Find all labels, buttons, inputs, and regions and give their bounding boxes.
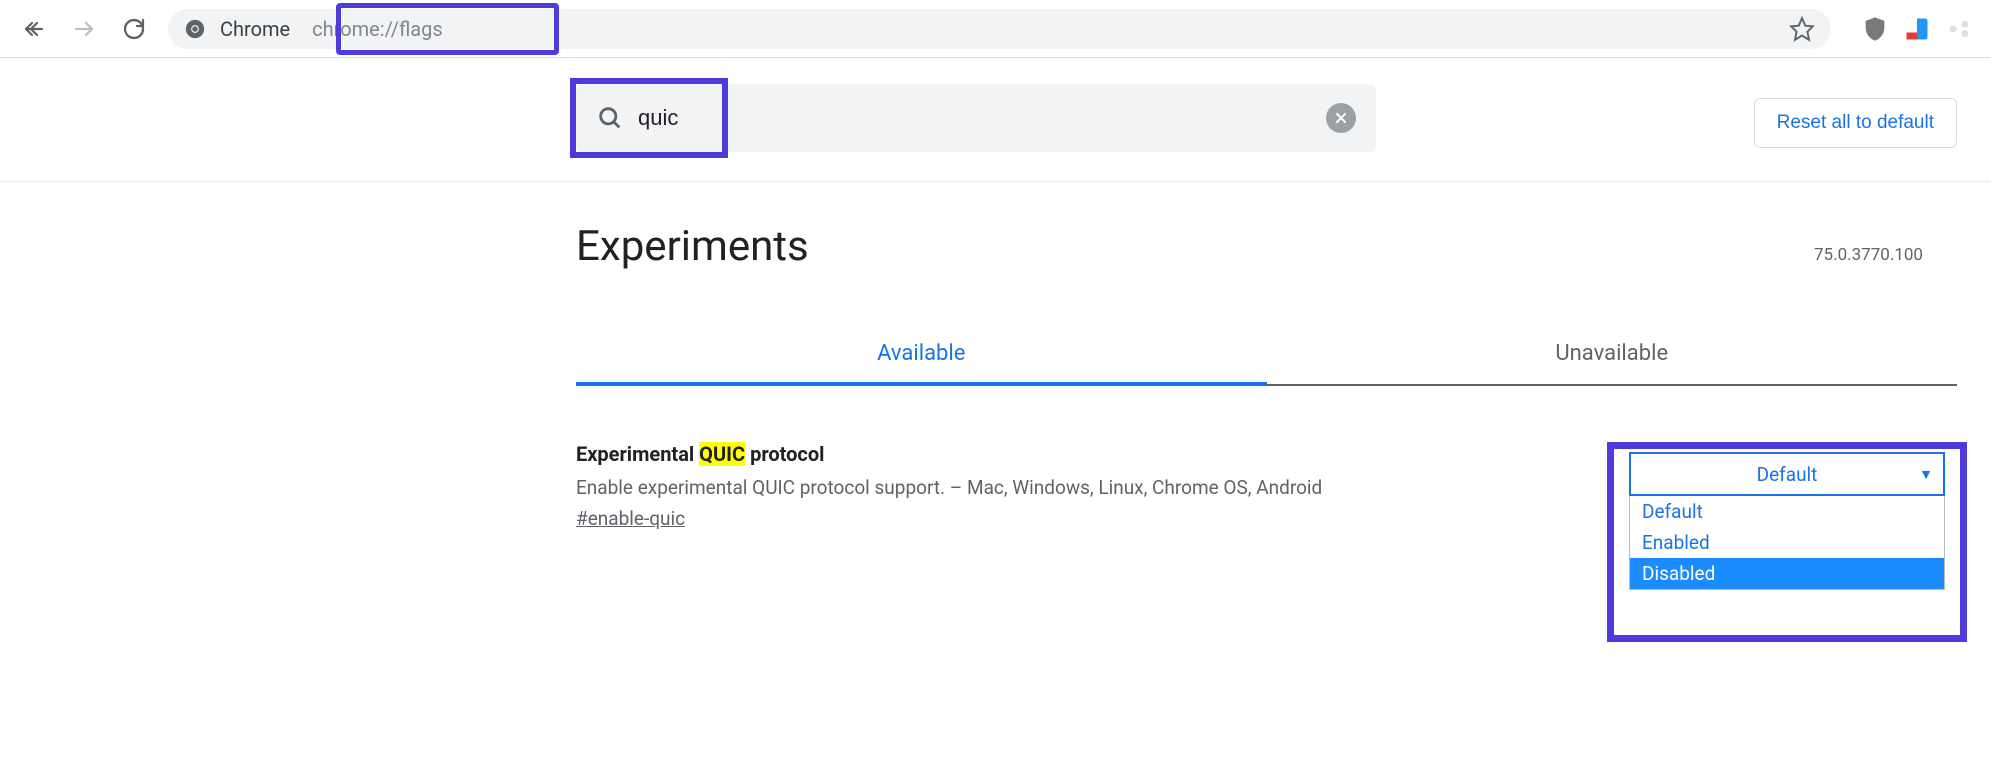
tabs: Available Unavailable bbox=[576, 327, 1957, 386]
forward-button[interactable] bbox=[68, 13, 100, 45]
flag-dropdown: Default ▼ Default Enabled Disabled bbox=[1617, 452, 1957, 590]
search-input[interactable] bbox=[638, 105, 1312, 131]
chevron-down-icon: ▼ bbox=[1919, 466, 1933, 483]
extension-icons bbox=[1861, 15, 1973, 43]
back-button[interactable] bbox=[18, 13, 50, 45]
chrome-icon bbox=[184, 18, 206, 40]
flags-page: Reset all to default Experiments 75.0.37… bbox=[0, 58, 1991, 530]
address-bar[interactable]: Chrome chrome://flags bbox=[168, 9, 1831, 49]
flags-content: Experiments 75.0.3770.100 Available Unav… bbox=[0, 182, 1991, 530]
page-title: Experiments bbox=[576, 222, 809, 271]
address-label: Chrome bbox=[220, 17, 290, 41]
bookmark-star-icon[interactable] bbox=[1789, 16, 1815, 42]
flags-topbar: Reset all to default bbox=[0, 58, 1991, 182]
shield-extension-icon[interactable] bbox=[1861, 15, 1889, 43]
browser-toolbar: Chrome chrome://flags bbox=[0, 0, 1991, 58]
dropdown-select[interactable]: Default ▼ bbox=[1629, 452, 1945, 496]
flag-title-post: protocol bbox=[745, 442, 824, 466]
dropdown-selected-label: Default bbox=[1757, 463, 1818, 486]
dropdown-option-enabled[interactable]: Enabled bbox=[1630, 527, 1944, 558]
flag-title-highlight: QUIC bbox=[699, 442, 745, 466]
tab-extension-icon[interactable] bbox=[1903, 15, 1931, 43]
tab-unavailable[interactable]: Unavailable bbox=[1267, 327, 1958, 384]
clear-search-button[interactable] bbox=[1326, 103, 1356, 133]
search-flags-box[interactable] bbox=[576, 84, 1376, 152]
misc-extension-icon[interactable] bbox=[1945, 15, 1973, 43]
dropdown-option-default[interactable]: Default bbox=[1630, 496, 1944, 527]
flag-item: Experimental QUIC protocol Enable experi… bbox=[576, 442, 1957, 530]
url-text: chrome://flags bbox=[312, 17, 443, 41]
flag-title-pre: Experimental bbox=[576, 442, 699, 466]
reload-button[interactable] bbox=[118, 13, 150, 45]
tab-available[interactable]: Available bbox=[576, 327, 1267, 384]
dropdown-option-disabled[interactable]: Disabled bbox=[1630, 558, 1944, 589]
reset-all-button[interactable]: Reset all to default bbox=[1754, 98, 1957, 148]
search-icon bbox=[596, 104, 624, 132]
version-label: 75.0.3770.100 bbox=[1814, 245, 1923, 265]
dropdown-options: Default Enabled Disabled bbox=[1629, 496, 1945, 590]
